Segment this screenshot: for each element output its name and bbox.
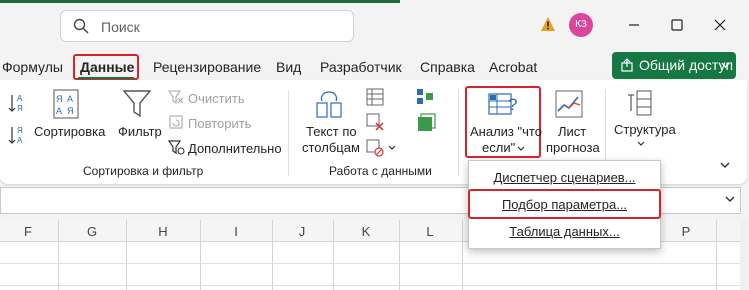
tab-review[interactable]: Рецензирование xyxy=(153,56,261,78)
text-to-columns-icon[interactable] xyxy=(313,89,345,121)
tab-formulas[interactable]: Формулы xyxy=(2,56,63,78)
title-accent xyxy=(0,0,400,3)
close-icon[interactable] xyxy=(707,12,733,38)
column-header-h[interactable]: H xyxy=(153,224,173,239)
svg-text:Я: Я xyxy=(56,94,63,104)
svg-text:A: A xyxy=(17,94,23,103)
maximize-icon[interactable] xyxy=(664,12,690,38)
expand-formula-bar-icon[interactable] xyxy=(725,196,735,203)
menu-item-scenario-manager[interactable]: Диспетчер сценариев... xyxy=(469,165,660,191)
column-header-i[interactable]: I xyxy=(226,224,246,239)
chevron-down-icon[interactable] xyxy=(388,145,396,151)
grid-line xyxy=(272,220,273,290)
svg-text:A: A xyxy=(56,106,62,116)
grid-line xyxy=(462,220,463,290)
tab-developer[interactable]: Разработчик xyxy=(320,56,402,78)
tab-active-underline xyxy=(78,77,134,79)
forecast-sheet-icon[interactable] xyxy=(554,89,584,119)
chevron-down-icon[interactable] xyxy=(637,141,645,147)
reapply-icon xyxy=(169,115,183,129)
share-button[interactable]: Общий доступ xyxy=(612,52,736,79)
svg-text:A: A xyxy=(17,136,23,145)
group-label-sort-filter: Сортировка и фильтр xyxy=(83,164,204,178)
chevron-down-icon xyxy=(721,62,730,69)
group-divider xyxy=(288,90,289,176)
svg-text:Я: Я xyxy=(67,106,74,116)
sort-za-icon[interactable]: ЯA xyxy=(8,124,28,146)
whatif-analysis-icon[interactable]: ? xyxy=(487,90,521,122)
filter-button-label[interactable]: Фильтр xyxy=(118,124,162,139)
whatif-label-1[interactable]: Анализ "что xyxy=(470,124,542,139)
whatif-label-2[interactable]: если" xyxy=(482,140,515,155)
text-to-columns-label-1[interactable]: Текст по xyxy=(306,124,357,139)
column-header-p[interactable]: P xyxy=(676,224,696,239)
column-header-k[interactable]: K xyxy=(356,224,376,239)
avatar[interactable]: КЗ xyxy=(569,13,593,37)
group-label-data-tools: Работа с данными xyxy=(329,164,432,178)
tab-help[interactable]: Справка xyxy=(420,56,475,78)
outline-label[interactable]: Структура xyxy=(614,122,676,137)
menu-item-label: Таблица данных... xyxy=(509,224,620,239)
filter-icon[interactable] xyxy=(122,88,152,120)
flash-fill-icon[interactable] xyxy=(366,88,384,106)
reapply-button: Повторить xyxy=(188,116,252,131)
outline-icon[interactable] xyxy=(627,89,655,117)
sort-az-icon[interactable]: AЯ xyxy=(8,92,28,114)
chevron-down-icon[interactable] xyxy=(517,146,525,152)
data-model-icon[interactable] xyxy=(416,113,436,133)
forecast-label-1[interactable]: Лист xyxy=(558,124,586,139)
svg-text:?: ? xyxy=(508,95,517,114)
clear-button: Очистить xyxy=(188,91,245,106)
grid-line xyxy=(200,220,201,290)
warning-icon[interactable] xyxy=(540,16,556,32)
data-validation-icon[interactable] xyxy=(366,139,384,157)
advanced-button[interactable]: Дополнительно xyxy=(188,141,282,156)
sort-button-label[interactable]: Сортировка xyxy=(34,124,105,139)
grid-line xyxy=(716,220,717,290)
advanced-filter-icon[interactable] xyxy=(168,139,185,156)
share-label: Общий доступ xyxy=(639,57,734,73)
svg-text:Я: Я xyxy=(17,104,23,113)
search-icon xyxy=(73,18,89,34)
grid-line xyxy=(0,263,740,264)
grid-line xyxy=(0,285,740,286)
forecast-label-2[interactable]: прогноза xyxy=(546,140,600,155)
text-to-columns-label-2[interactable]: столбцам xyxy=(302,140,360,155)
clear-filter-icon xyxy=(168,90,184,105)
minimize-icon[interactable] xyxy=(621,12,647,38)
remove-duplicates-icon[interactable] xyxy=(366,113,384,131)
vertical-scrollbar[interactable] xyxy=(740,220,749,290)
goal-seek-highlight xyxy=(468,189,661,219)
search-box[interactable]: Поиск xyxy=(60,10,354,42)
collapse-ribbon-icon[interactable] xyxy=(720,162,730,169)
tab-acrobat[interactable]: Acrobat xyxy=(489,56,537,78)
search-placeholder: Поиск xyxy=(101,19,140,35)
consolidate-icon[interactable] xyxy=(416,88,434,106)
grid-line xyxy=(126,220,127,290)
svg-text:Я: Я xyxy=(17,126,23,135)
column-header-j[interactable]: J xyxy=(292,224,312,239)
column-header-g[interactable]: G xyxy=(82,224,102,239)
column-header-l[interactable]: L xyxy=(420,224,440,239)
grid-line xyxy=(333,220,334,290)
grid-line xyxy=(58,220,59,290)
group-divider xyxy=(458,90,459,176)
tab-view[interactable]: Вид xyxy=(276,56,301,78)
sort-dialog-icon[interactable]: Я AA Я xyxy=(50,88,82,120)
share-icon xyxy=(621,58,633,72)
svg-text:A: A xyxy=(67,94,73,104)
menu-item-label: Диспетчер сценариев... xyxy=(493,170,636,185)
menu-item-data-table[interactable]: Таблица данных... xyxy=(469,219,660,245)
column-header-f[interactable]: F xyxy=(18,224,38,239)
grid-line xyxy=(399,220,400,290)
tab-data[interactable]: Данные xyxy=(80,56,134,78)
